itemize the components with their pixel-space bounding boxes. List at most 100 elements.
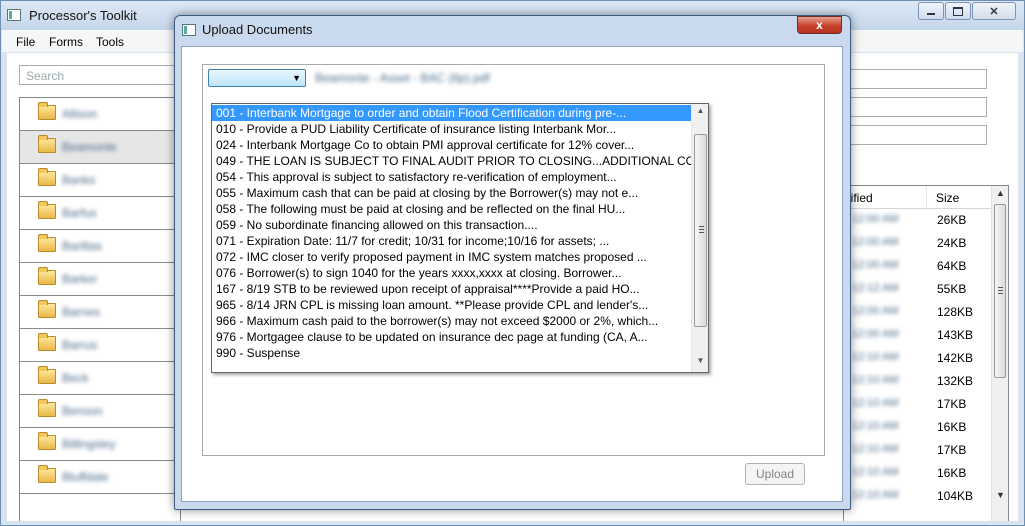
scrollbar-thumb[interactable] <box>694 134 707 327</box>
folder-label: Barrus <box>62 338 98 352</box>
close-button[interactable]: ✕ <box>972 2 1016 20</box>
folder-label: Billingsley <box>62 437 116 451</box>
folder-row[interactable]: Billingsley <box>20 428 180 461</box>
file-row[interactable]: 12:10 AM 16KB <box>844 461 992 484</box>
file-size: 64KB <box>937 259 967 273</box>
dropdown-option[interactable]: 059 - No subordinate financing allowed o… <box>212 217 692 233</box>
menu-tools[interactable]: Tools <box>96 35 124 49</box>
folder-row[interactable]: Bluffdale <box>20 461 180 494</box>
minimize-button[interactable] <box>918 2 944 20</box>
dropdown-option[interactable]: 976 - Mortgagee clause to be updated on … <box>212 329 692 345</box>
file-size: 142KB <box>937 351 974 365</box>
folder-row[interactable]: Allison <box>20 98 180 131</box>
document-type-combobox[interactable]: ▼ <box>208 69 306 87</box>
dialog-title: Upload Documents <box>202 22 313 37</box>
folder-icon <box>38 366 56 384</box>
scroll-up-arrow-icon[interactable]: ▲ <box>992 188 1008 202</box>
file-row[interactable]: 12:00 AM 143KB <box>844 323 992 346</box>
file-row[interactable]: 12:00 AM 64KB <box>844 254 992 277</box>
file-row[interactable]: 12:00 AM 128KB <box>844 300 992 323</box>
dialog-close-button[interactable]: x <box>797 16 842 34</box>
files-grid: dified Size 12:00 AM 26KB 12:00 AM 24KB 12… <box>843 185 1009 521</box>
dropdown-option[interactable]: 071 - Expiration Date: 11/7 for credit; … <box>212 233 692 249</box>
dropdown-option[interactable]: 001 - Interbank Mortgage to order and ob… <box>212 105 692 121</box>
folder-icon <box>38 135 56 153</box>
dropdown-option[interactable]: 054 - This approval is subject to satisf… <box>212 169 692 185</box>
chevron-down-icon: ▼ <box>292 73 301 83</box>
upload-button[interactable]: Upload <box>745 463 805 485</box>
file-modified: 12:10 AM <box>852 397 899 409</box>
dialog-content: ▼ Beamonte - Asset - BAC (6p).pdf 001 - … <box>181 46 843 502</box>
folder-label: Beck <box>62 371 89 385</box>
file-row[interactable]: 12:00 AM 26KB <box>844 208 992 231</box>
folder-row[interactable]: Beamonte <box>20 131 180 164</box>
folder-icon <box>38 300 56 318</box>
folder-label: Barfus <box>62 206 97 220</box>
column-divider[interactable] <box>926 186 927 208</box>
column-header-size[interactable]: Size <box>936 191 959 205</box>
file-row[interactable]: 12:10 AM 104KB <box>844 484 992 507</box>
file-row[interactable]: 12:10 AM 132KB <box>844 369 992 392</box>
folder-row[interactable]: Bariltas <box>20 230 180 263</box>
folder-icon <box>38 102 56 120</box>
files-header: dified Size <box>844 186 992 209</box>
folder-row[interactable]: Barrus <box>20 329 180 362</box>
file-modified: 12:00 AM <box>852 328 899 340</box>
folder-row[interactable]: Barnes <box>20 296 180 329</box>
file-row[interactable]: 12:10 AM 17KB <box>844 438 992 461</box>
folder-label: Bluffdale <box>62 470 109 484</box>
dropdown-option[interactable]: 058 - The following must be paid at clos… <box>212 201 692 217</box>
file-modified: 12:10 AM <box>852 420 899 432</box>
dropdown-option[interactable]: 010 - Provide a PUD Liability Certificat… <box>212 121 692 137</box>
search-input[interactable] <box>24 67 178 85</box>
file-row[interactable]: 12:12 AM 55KB <box>844 277 992 300</box>
dropdown-option[interactable]: 076 - Borrower(s) to sign 1040 for the y… <box>212 265 692 281</box>
folder-icon <box>38 168 56 186</box>
file-row[interactable]: 12:00 AM 24KB <box>844 231 992 254</box>
folder-row[interactable]: Barfus <box>20 197 180 230</box>
document-type-dropdown-list: 001 - Interbank Mortgage to order and ob… <box>211 103 709 373</box>
file-row[interactable]: 12:10 AM 142KB <box>844 346 992 369</box>
folder-icon <box>38 201 56 219</box>
search-box <box>19 65 181 85</box>
file-size: 16KB <box>937 420 967 434</box>
files-scrollbar[interactable]: ▲ ▼ <box>991 186 1008 521</box>
folder-icon <box>38 465 56 483</box>
file-modified: 12:10 AM <box>852 489 899 501</box>
folder-row[interactable]: Beck <box>20 362 180 395</box>
scrollbar-thumb[interactable] <box>994 204 1006 378</box>
folder-row[interactable]: Barker <box>20 263 180 296</box>
file-row[interactable]: 12:10 AM 16KB <box>844 415 992 438</box>
folder-row[interactable]: Benson <box>20 395 180 428</box>
dropdown-option[interactable]: 965 - 8/14 JRN CPL is missing loan amoun… <box>212 297 692 313</box>
file-modified: 12:10 AM <box>852 351 899 363</box>
file-size: 17KB <box>937 397 967 411</box>
maximize-button[interactable] <box>945 2 971 20</box>
dropdown-option[interactable]: 167 - 8/19 STB to be reviewed upon recei… <box>212 281 692 297</box>
file-row[interactable]: 12:10 AM 17KB <box>844 392 992 415</box>
scroll-up-arrow-icon[interactable]: ▲ <box>692 106 708 118</box>
dropdown-scrollbar[interactable]: ▲ ▼ <box>691 104 708 372</box>
dialog-icon <box>182 24 196 36</box>
minimize-icon <box>927 13 935 15</box>
dropdown-option[interactable]: 024 - Interbank Mortgage Co to obtain PM… <box>212 137 692 153</box>
folder-row[interactable]: Banks <box>20 164 180 197</box>
menu-forms[interactable]: Forms <box>49 35 83 49</box>
selected-file-name: Beamonte - Asset - BAC (6p).pdf <box>315 71 490 85</box>
close-icon: ✕ <box>989 5 999 18</box>
dropdown-option[interactable]: 990 - Suspense <box>212 345 692 361</box>
file-size: 26KB <box>937 213 967 227</box>
dropdown-option[interactable]: 072 - IMC closer to verify proposed paym… <box>212 249 692 265</box>
menu-file[interactable]: File <box>16 35 35 49</box>
dropdown-option[interactable]: 055 - Maximum cash that can be paid at c… <box>212 185 692 201</box>
dropdown-option[interactable]: 966 - Maximum cash paid to the borrower(… <box>212 313 692 329</box>
folder-icon <box>38 333 56 351</box>
dropdown-option[interactable]: 049 - THE LOAN IS SUBJECT TO FINAL AUDIT… <box>212 153 692 169</box>
scroll-down-arrow-icon[interactable]: ▼ <box>992 490 1008 504</box>
scroll-down-arrow-icon[interactable]: ▼ <box>692 356 708 368</box>
file-modified: 12:12 AM <box>852 282 899 294</box>
file-modified: 12:00 AM <box>852 236 899 248</box>
folder-label: Banks <box>62 173 96 187</box>
file-modified: 12:00 AM <box>852 259 899 271</box>
file-size: 143KB <box>937 328 974 342</box>
